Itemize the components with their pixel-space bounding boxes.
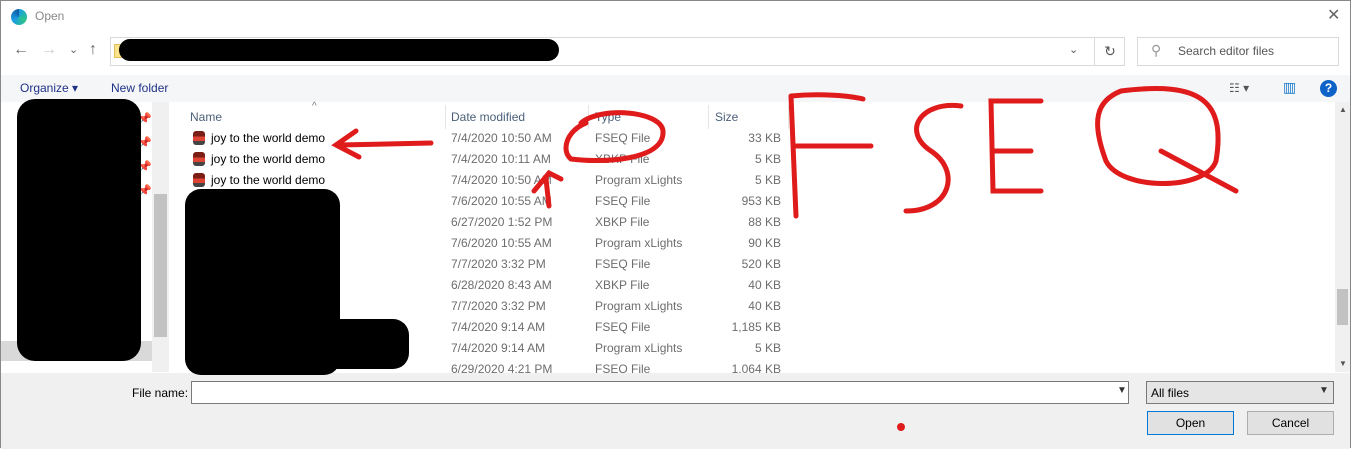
column-header-date[interactable]: Date modified	[451, 110, 525, 130]
file-type: XBKP File	[595, 215, 650, 229]
edge-logo-icon	[11, 9, 27, 25]
toolbar	[1, 75, 1350, 102]
column-header-type[interactable]: Type	[595, 110, 621, 130]
file-date: 7/4/2020 9:14 AM	[451, 320, 546, 334]
address-dropdown-button[interactable]: ⌄	[1069, 43, 1078, 56]
help-button[interactable]: ?	[1320, 80, 1337, 97]
file-type: Program xLights	[595, 341, 683, 355]
open-button[interactable]: Open	[1147, 411, 1234, 435]
file-name: joy to the world demo	[211, 131, 326, 145]
search-icon: ⚲	[1151, 42, 1162, 58]
file-type: XBKP File	[595, 278, 650, 292]
file-date: 6/28/2020 8:43 AM	[451, 278, 552, 292]
file-row[interactable]: 6/27/2020 1:52 PM XBKP File 88 KB	[171, 212, 1331, 233]
up-button[interactable]: ↑	[89, 41, 97, 59]
forward-button[interactable]: →	[41, 41, 57, 59]
file-size: 1,185 KB	[731, 320, 781, 334]
file-row[interactable]: joy to the world demo 7/4/2020 10:50 AM …	[171, 128, 1331, 149]
view-options-button[interactable]: ☷ ▾	[1229, 81, 1249, 95]
file-type: Program xLights	[595, 173, 683, 187]
column-divider[interactable]	[445, 105, 446, 129]
file-size: 33 KB	[748, 131, 781, 145]
file-row[interactable]: 6/28/2020 8:43 AM XBKP File 40 KB	[171, 275, 1331, 296]
new-folder-button[interactable]: New folder	[111, 81, 168, 95]
file-row[interactable]: 7/7/2020 3:32 PM FSEQ File 520 KB	[171, 254, 1331, 275]
refresh-button[interactable]: ↻	[1094, 37, 1125, 66]
chevron-down-icon[interactable]: ▼	[1117, 385, 1127, 396]
file-size: 90 KB	[748, 236, 781, 250]
file-date: 7/7/2020 3:32 PM	[451, 299, 546, 313]
file-size: 5 KB	[754, 341, 781, 355]
search-input[interactable]: Search editor files	[1137, 37, 1339, 66]
cancel-button[interactable]: Cancel	[1247, 411, 1334, 435]
file-date: 7/4/2020 9:14 AM	[451, 341, 546, 355]
file-type: Program xLights	[595, 236, 683, 250]
column-header-size[interactable]: Size	[715, 110, 738, 130]
file-name-input[interactable]	[191, 381, 1129, 404]
file-type-select[interactable]: All files	[1146, 381, 1334, 404]
close-button[interactable]: ✕	[1327, 5, 1340, 25]
column-divider[interactable]	[588, 105, 589, 129]
file-row[interactable]: joy to the world demo 7/4/2020 10:50 AM …	[171, 170, 1331, 191]
file-date: 7/6/2020 10:55 AM	[451, 236, 552, 250]
file-date: 7/4/2020 10:50 AM	[451, 173, 552, 187]
column-header-name[interactable]: Name	[190, 110, 222, 130]
preview-pane-button[interactable]: ▥	[1283, 79, 1296, 96]
column-divider[interactable]	[788, 105, 789, 129]
file-list-scrollbar-thumb[interactable]	[1337, 289, 1348, 325]
file-type: FSEQ File	[595, 257, 651, 271]
file-type: FSEQ File	[595, 320, 651, 334]
chevron-down-icon[interactable]: ▼	[1319, 385, 1329, 396]
file-size: 5 KB	[754, 152, 781, 166]
file-date: 7/4/2020 10:11 AM	[451, 152, 551, 166]
file-row[interactable]: joy to the world demo 7/4/2020 10:11 AM …	[171, 149, 1331, 170]
xlights-file-icon	[193, 173, 205, 187]
file-row[interactable]: 7/6/2020 10:55 AM Program xLights 90 KB	[171, 233, 1331, 254]
organize-button[interactable]: Organize ▾	[20, 81, 78, 95]
file-size: 520 KB	[741, 257, 781, 271]
file-date: 7/6/2020 10:55 AM	[451, 194, 552, 208]
file-row[interactable]: 7/7/2020 3:32 PM Program xLights 40 KB	[171, 296, 1331, 317]
redaction	[185, 189, 340, 375]
file-size: 88 KB	[748, 215, 781, 229]
redaction	[17, 99, 141, 361]
file-size: 40 KB	[748, 299, 781, 313]
file-date: 7/7/2020 3:32 PM	[451, 257, 546, 271]
file-size: 40 KB	[748, 278, 781, 292]
scroll-up-icon[interactable]: ▲	[1339, 105, 1347, 114]
column-divider[interactable]	[708, 105, 709, 129]
file-date: 7/4/2020 10:50 AM	[451, 131, 552, 145]
file-name: joy to the world demo	[211, 173, 326, 187]
xlights-file-icon	[193, 131, 205, 145]
redaction	[321, 319, 409, 369]
file-type: FSEQ File	[595, 131, 651, 145]
file-row[interactable]: 7/6/2020 10:55 AM FSEQ File 953 KB	[171, 191, 1331, 212]
file-name: joy to the world demo	[211, 152, 326, 166]
file-type: XBKP File	[595, 152, 650, 166]
file-date: 6/27/2020 1:52 PM	[451, 215, 553, 229]
back-button[interactable]: ←	[13, 41, 29, 59]
file-type: Program xLights	[595, 299, 683, 313]
nav-scrollbar-thumb[interactable]	[154, 194, 167, 337]
file-type: FSEQ File	[595, 194, 651, 208]
scroll-down-icon[interactable]: ▼	[1339, 359, 1347, 368]
recent-locations-button[interactable]: ⌄	[69, 43, 78, 56]
file-size: 5 KB	[754, 173, 781, 187]
xlights-file-icon	[193, 152, 205, 166]
file-size: 953 KB	[741, 194, 781, 208]
file-name-label: File name:	[132, 386, 189, 400]
sort-indicator-icon: ^	[312, 101, 317, 112]
window-title: Open	[35, 9, 65, 23]
file-list-scrollbar[interactable]	[1335, 102, 1350, 372]
redaction	[119, 39, 559, 61]
